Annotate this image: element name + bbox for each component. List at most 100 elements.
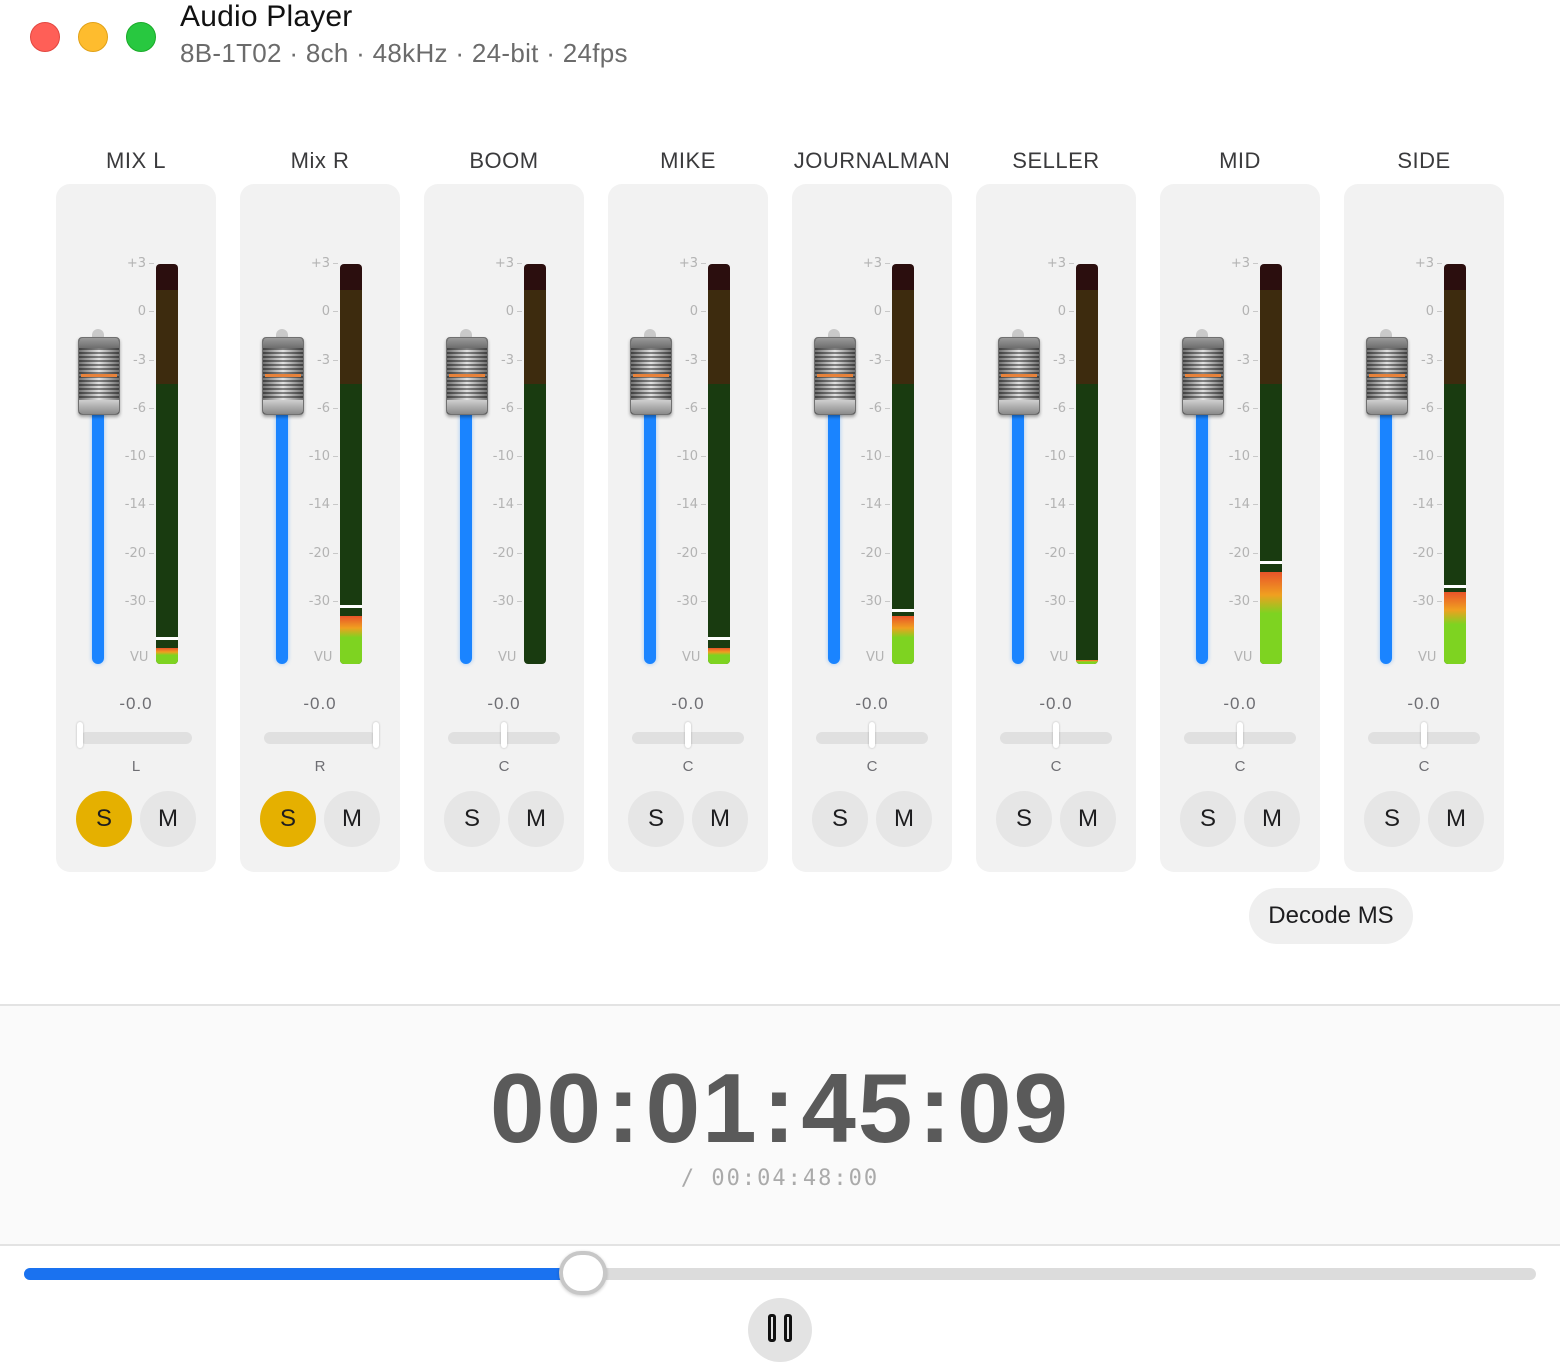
pan-slider[interactable] — [80, 732, 192, 744]
pan-slider-thumb[interactable] — [1237, 722, 1243, 748]
channel-name: Mix R — [290, 148, 350, 173]
solo-button[interactable]: S — [996, 791, 1052, 847]
volume-fader-track[interactable] — [1380, 394, 1392, 664]
timecode: 00:01:45:09 — [0, 1052, 1560, 1165]
level-meter — [1444, 264, 1466, 664]
meter-scale-tick: -3 — [484, 353, 522, 368]
channel-panel: +3 0 -3 -6 -10 -14 -20 -30 VU -0.0 R S M — [240, 184, 400, 872]
meter-scale-tick: -20 — [484, 546, 522, 561]
meter-scale-tick: -10 — [116, 449, 154, 464]
pan-slider-thumb[interactable] — [869, 722, 875, 748]
channel-strip: JOURNALMAN +3 0 -3 -6 -10 -14 -20 -30 VU -0.0 C S M — [792, 140, 952, 872]
volume-fader-track[interactable] — [92, 394, 104, 664]
meter-scale-tick: +3 — [668, 256, 706, 271]
level-meter-fill — [708, 648, 730, 664]
pan-slider-thumb[interactable] — [1421, 722, 1427, 748]
channel-panel: +3 0 -3 -6 -10 -14 -20 -30 VU -0.0 C S M — [608, 184, 768, 872]
solo-button[interactable]: S — [1364, 791, 1420, 847]
pan-slider-thumb[interactable] — [77, 722, 83, 748]
pause-button[interactable] — [748, 1298, 812, 1362]
channel-strip: MID +3 0 -3 -6 -10 -14 -20 -30 VU -0.0 C S M — [1160, 140, 1320, 872]
level-meter-fill — [1076, 660, 1098, 664]
solo-button[interactable]: S — [260, 791, 316, 847]
meter-scale-tick: +3 — [852, 256, 890, 271]
level-meter-fill — [1444, 592, 1466, 664]
seek-bar-handle[interactable] — [559, 1251, 607, 1295]
timecode-minutes: 01 — [645, 1053, 759, 1163]
solo-button[interactable]: S — [76, 791, 132, 847]
volume-fader-knob[interactable] — [446, 329, 488, 415]
decode-ms-button[interactable]: Decode MS — [1249, 888, 1413, 944]
meter-scale-tick: -14 — [1036, 497, 1074, 512]
pan-slider-thumb[interactable] — [685, 722, 691, 748]
close-window-button[interactable] — [30, 22, 60, 52]
level-meter-peak — [708, 637, 730, 640]
mute-button[interactable]: M — [876, 791, 932, 847]
meter-scale-tick: 0 — [1036, 304, 1074, 319]
minimize-window-button[interactable] — [78, 22, 108, 52]
pan-slider-thumb[interactable] — [501, 722, 507, 748]
volume-fader-track[interactable] — [1196, 394, 1208, 664]
mute-button[interactable]: M — [1244, 791, 1300, 847]
volume-fader-knob[interactable] — [630, 329, 672, 415]
meter-scale-vu: VU — [1234, 650, 1253, 665]
volume-fader-track[interactable] — [1012, 394, 1024, 664]
volume-fader-track[interactable] — [644, 394, 656, 664]
meter-scale-vu: VU — [682, 650, 701, 665]
level-meter-peak — [340, 605, 362, 608]
volume-fader-knob[interactable] — [814, 329, 856, 415]
volume-fader-knob[interactable] — [262, 329, 304, 415]
volume-fader-knob[interactable] — [78, 329, 120, 415]
meter-scale-tick: -14 — [1220, 497, 1258, 512]
pan-position-label: C — [1234, 758, 1246, 775]
meter-scale-tick: -10 — [852, 449, 890, 464]
meter-scale-tick: -10 — [1404, 449, 1442, 464]
meter-scale-tick: -6 — [300, 401, 338, 416]
volume-fader-knob[interactable] — [1366, 329, 1408, 415]
volume-fader-track[interactable] — [460, 394, 472, 664]
pan-position-label: R — [314, 758, 326, 775]
pan-position-label: C — [866, 758, 878, 775]
meter-scale-tick: -20 — [852, 546, 890, 561]
volume-fader-track[interactable] — [828, 394, 840, 664]
pan-position-label: C — [682, 758, 694, 775]
mute-button[interactable]: M — [1428, 791, 1484, 847]
solo-button[interactable]: S — [628, 791, 684, 847]
solo-button[interactable]: S — [1180, 791, 1236, 847]
meter-scale-tick: -30 — [852, 594, 890, 609]
solo-button[interactable]: S — [812, 791, 868, 847]
solo-button[interactable]: S — [444, 791, 500, 847]
pause-icon — [784, 1314, 792, 1342]
meter-scale-tick: -20 — [1036, 546, 1074, 561]
mute-button[interactable]: M — [324, 791, 380, 847]
volume-fader-track[interactable] — [276, 394, 288, 664]
level-meter-fill — [1260, 572, 1282, 664]
level-meter — [156, 264, 178, 664]
pan-position-label: C — [498, 758, 510, 775]
window-controls — [30, 22, 156, 52]
volume-fader-knob[interactable] — [1182, 329, 1224, 415]
mute-button[interactable]: M — [508, 791, 564, 847]
meter-scale-tick: -10 — [1220, 449, 1258, 464]
meter-scale-tick: -14 — [1404, 497, 1442, 512]
meter-scale-tick: -3 — [852, 353, 890, 368]
meter-scale-tick: -6 — [852, 401, 890, 416]
timecode-seconds: 45 — [801, 1053, 915, 1163]
meter-scale-tick: -30 — [1220, 594, 1258, 609]
channel-strip: SELLER +3 0 -3 -6 -10 -14 -20 -30 VU -0.0 C S M — [976, 140, 1136, 872]
channel-panel: +3 0 -3 -6 -10 -14 -20 -30 VU -0.0 C S M — [1160, 184, 1320, 872]
zoom-window-button[interactable] — [126, 22, 156, 52]
meter-scale-tick: -20 — [116, 546, 154, 561]
mute-button[interactable]: M — [1060, 791, 1116, 847]
mute-button[interactable]: M — [692, 791, 748, 847]
meter-scale-tick: +3 — [1036, 256, 1074, 271]
pan-slider-thumb[interactable] — [1053, 722, 1059, 748]
mute-button[interactable]: M — [140, 791, 196, 847]
meter-scale-tick: 0 — [852, 304, 890, 319]
channel-strip: MIKE +3 0 -3 -6 -10 -14 -20 -30 VU -0.0 C S M — [608, 140, 768, 872]
pan-slider[interactable] — [264, 732, 376, 744]
channel-panel: +3 0 -3 -6 -10 -14 -20 -30 VU -0.0 C S M — [424, 184, 584, 872]
pan-slider-thumb[interactable] — [373, 722, 379, 748]
meter-scale-tick: -14 — [484, 497, 522, 512]
volume-fader-knob[interactable] — [998, 329, 1040, 415]
